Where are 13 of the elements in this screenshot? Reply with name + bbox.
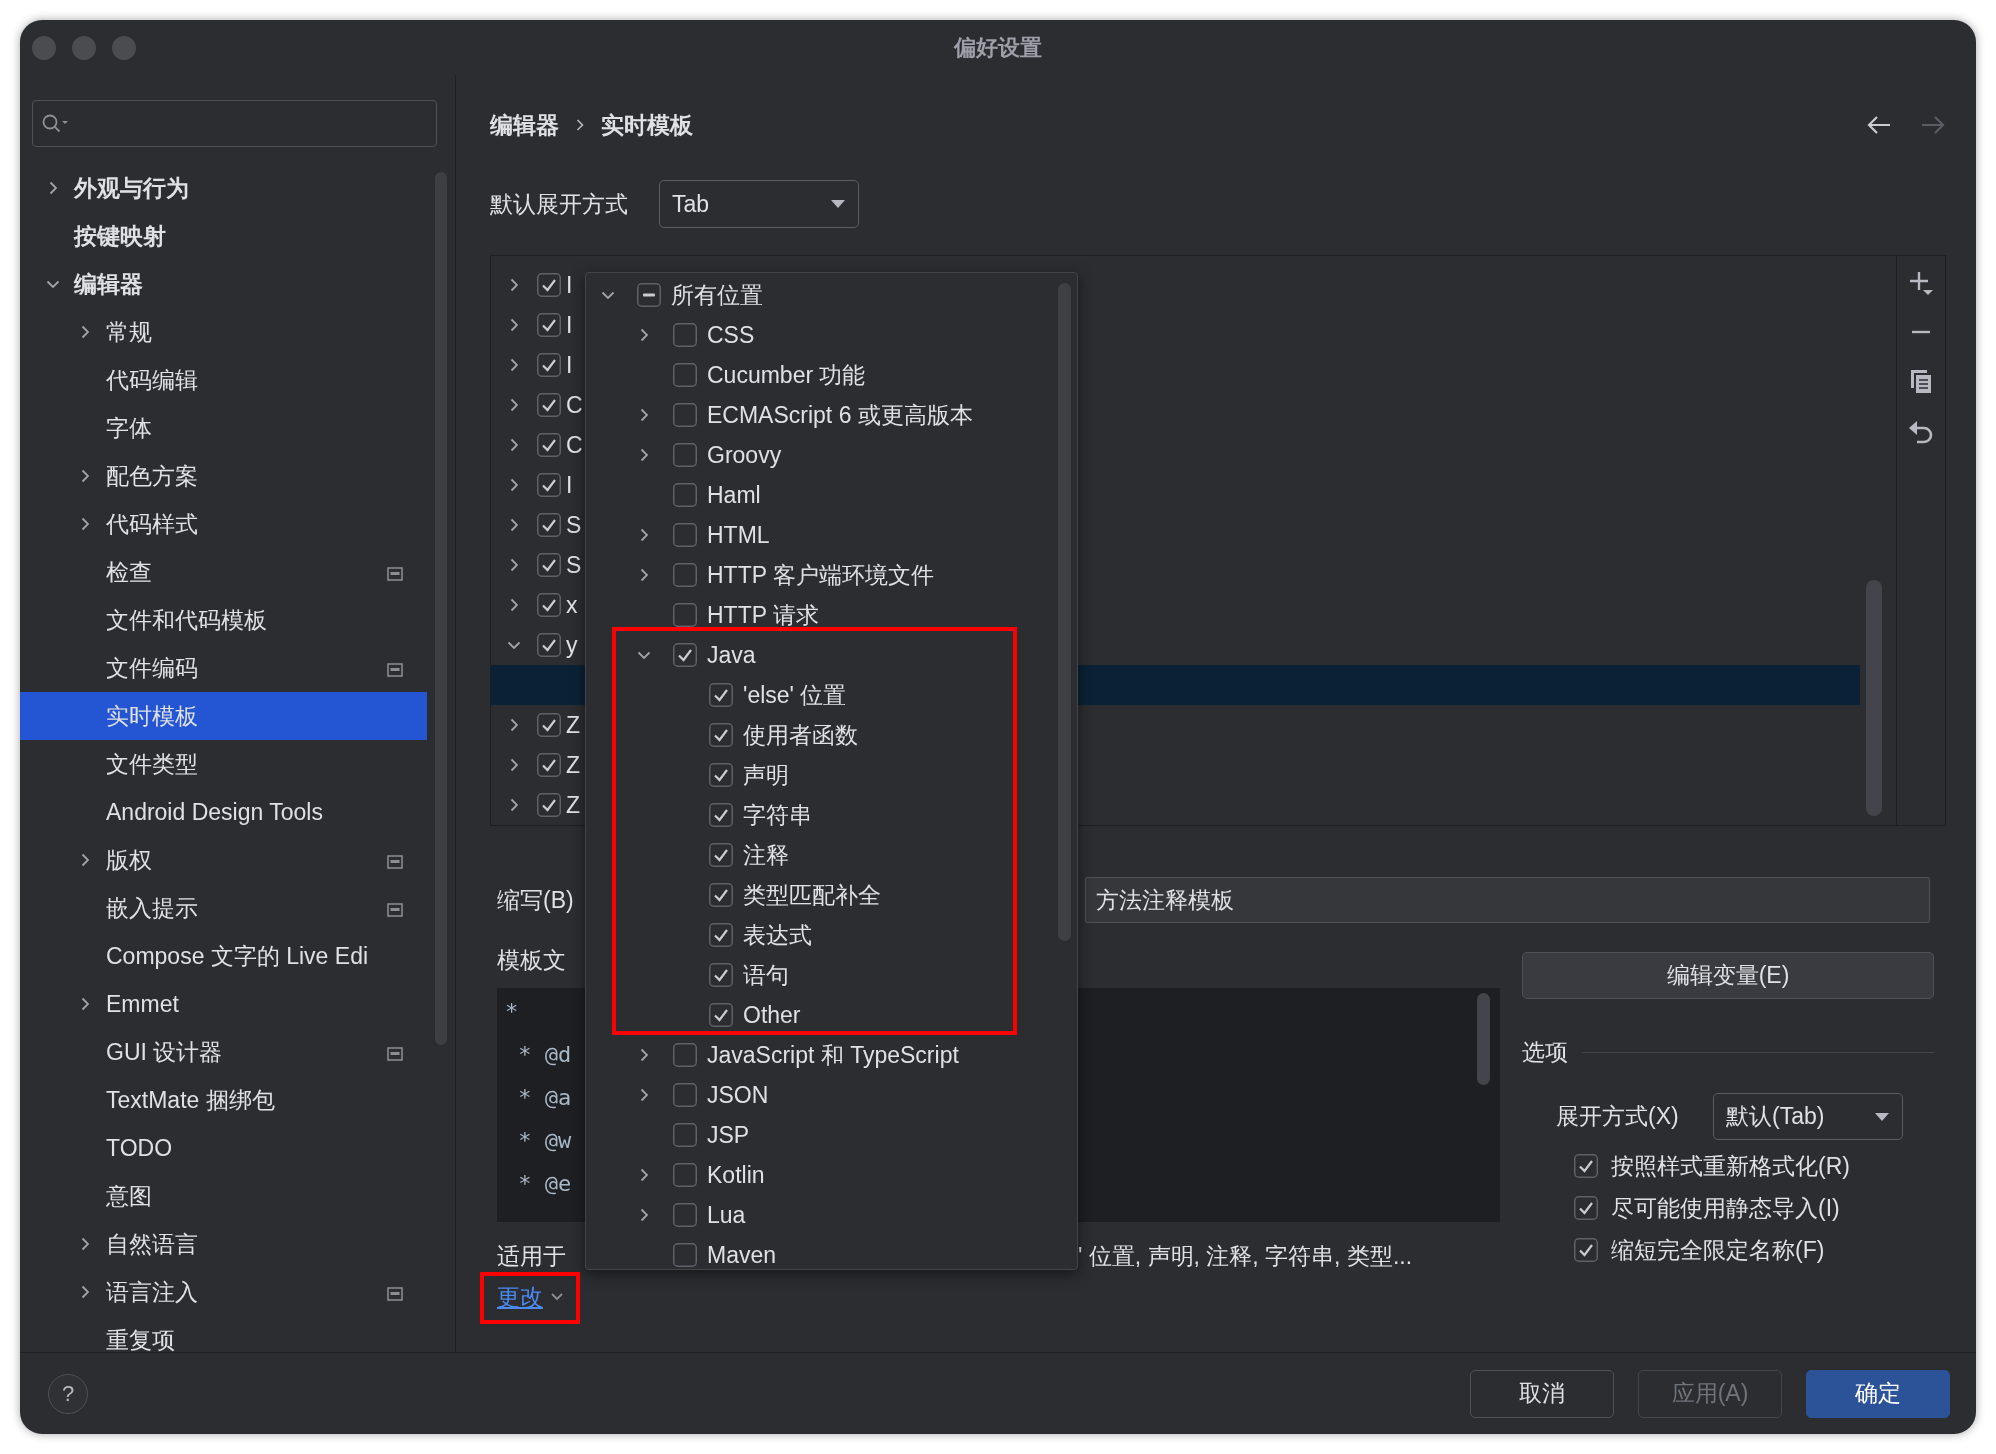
window-title: 偏好设置 — [954, 34, 1042, 62]
section-title: 选项 — [1522, 1037, 1568, 1067]
code-line: * @a — [517, 1084, 572, 1112]
code-line: * — [504, 998, 519, 1026]
field-label: 适用于 — [497, 1242, 566, 1269]
code-line: * @e — [517, 1170, 572, 1198]
field-label: 默认展开方式 — [490, 190, 628, 217]
field-label: 缩写(B) — [497, 886, 574, 913]
context-summary: ' 位置, 声明, 注释, 字符串, 类型... — [1078, 1241, 1413, 1271]
code-line: * @d — [517, 1041, 572, 1069]
code-line: * @w — [517, 1127, 572, 1155]
field-label: 展开方式(X) — [1556, 1103, 1679, 1130]
field-label: 模板文 — [497, 947, 566, 973]
